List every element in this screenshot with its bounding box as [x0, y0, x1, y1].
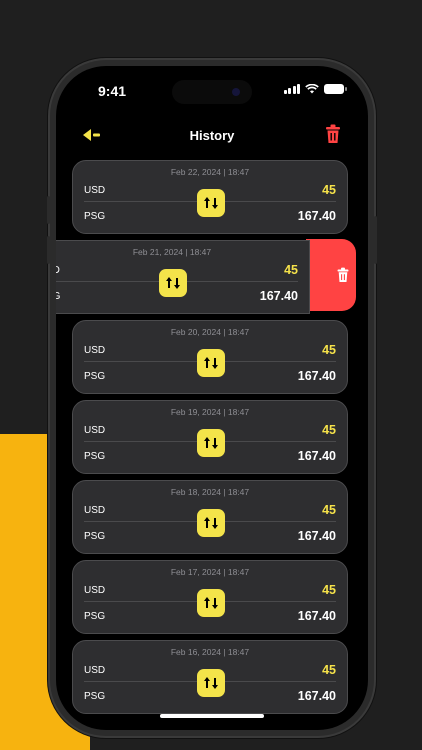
- history-item[interactable]: Feb 22, 2024 | 18:47 USD 45 PSG 167.40: [72, 160, 348, 234]
- to-currency-code: PSG: [84, 531, 106, 542]
- to-amount: 167.40: [297, 529, 336, 543]
- swap-button[interactable]: [197, 429, 225, 457]
- phone-screen: 9:41 History Feb 22, 2024 | 18:47 USD 45…: [56, 66, 368, 730]
- page-title: History: [189, 128, 235, 143]
- to-currency-code: SG: [56, 291, 61, 302]
- trash-icon: [337, 267, 349, 282]
- to-amount: 167.40: [297, 449, 336, 463]
- from-amount: 45: [322, 503, 336, 517]
- swap-arrows-icon: [204, 517, 218, 529]
- clear-history-trash-icon[interactable]: [324, 124, 342, 144]
- swap-arrows-icon: [204, 677, 218, 689]
- to-currency-code: PSG: [84, 211, 106, 222]
- from-currency-code: USD: [84, 185, 106, 196]
- from-currency-code: USD: [84, 425, 106, 436]
- history-item-date: Feb 22, 2024 | 18:47: [170, 167, 250, 177]
- cellular-signal-icon: [283, 84, 300, 94]
- to-amount: 167.40: [297, 689, 336, 703]
- dynamic-island: [172, 80, 252, 104]
- swap-arrows-icon: [204, 357, 218, 369]
- nav-bar: History: [56, 124, 368, 150]
- to-amount: 167.40: [259, 289, 298, 303]
- phone-volume-down-button: [47, 236, 50, 264]
- from-amount: 45: [322, 343, 336, 357]
- phone-volume-up-button: [47, 196, 50, 224]
- from-currency-code: USD: [84, 665, 106, 676]
- from-currency-code: USD: [84, 585, 106, 596]
- status-time: 9:41: [98, 83, 127, 99]
- to-amount: 167.40: [297, 369, 336, 383]
- swap-arrows-icon: [166, 277, 180, 289]
- history-item[interactable]: Feb 17, 2024 | 18:47 USD 45 PSG 167.40: [72, 560, 348, 634]
- from-currency-code: USD: [84, 505, 106, 516]
- from-currency-code: SD: [56, 265, 60, 276]
- history-item[interactable]: Feb 21, 2024 | 18:47 SD 45 SG 167.40: [56, 240, 310, 314]
- wifi-icon: [305, 84, 319, 94]
- history-item[interactable]: Feb 18, 2024 | 18:47 USD 45 PSG 167.40: [72, 480, 348, 554]
- history-item-date: Feb 19, 2024 | 18:47: [170, 407, 250, 417]
- history-item[interactable]: Feb 20, 2024 | 18:47 USD 45 PSG 167.40: [72, 320, 348, 394]
- swap-button[interactable]: [197, 509, 225, 537]
- swap-button[interactable]: [197, 669, 225, 697]
- camera-icon: [232, 88, 240, 96]
- status-icons: [283, 84, 347, 94]
- swap-arrows-icon: [204, 437, 218, 449]
- swap-arrows-icon: [204, 197, 218, 209]
- swap-button[interactable]: [197, 589, 225, 617]
- to-amount: 167.40: [297, 609, 336, 623]
- history-item-date: Feb 18, 2024 | 18:47: [170, 487, 250, 497]
- to-currency-code: PSG: [84, 451, 106, 462]
- to-currency-code: PSG: [84, 691, 106, 702]
- history-item-date: Feb 17, 2024 | 18:47: [170, 567, 250, 577]
- from-currency-code: USD: [84, 345, 106, 356]
- to-currency-code: PSG: [84, 611, 106, 622]
- history-item[interactable]: Feb 16, 2024 | 18:47 USD 45 PSG 167.40: [72, 640, 348, 714]
- from-amount: 45: [322, 663, 336, 677]
- history-item-date: Feb 20, 2024 | 18:47: [170, 327, 250, 337]
- from-amount: 45: [322, 423, 336, 437]
- swap-button[interactable]: [159, 269, 187, 297]
- from-amount: 45: [322, 583, 336, 597]
- swap-button[interactable]: [197, 349, 225, 377]
- swap-button[interactable]: [197, 189, 225, 217]
- from-amount: 45: [284, 263, 298, 277]
- from-amount: 45: [322, 183, 336, 197]
- history-item-date: Feb 21, 2024 | 18:47: [132, 247, 212, 257]
- to-currency-code: PSG: [84, 371, 106, 382]
- history-item-date: Feb 16, 2024 | 18:47: [170, 647, 250, 657]
- swipe-delete-button[interactable]: [306, 239, 356, 311]
- phone-side-button: [374, 216, 377, 264]
- home-indicator: [160, 714, 264, 718]
- history-item[interactable]: Feb 19, 2024 | 18:47 USD 45 PSG 167.40: [72, 400, 348, 474]
- swap-arrows-icon: [204, 597, 218, 609]
- to-amount: 167.40: [297, 209, 336, 223]
- battery-icon: [324, 84, 347, 94]
